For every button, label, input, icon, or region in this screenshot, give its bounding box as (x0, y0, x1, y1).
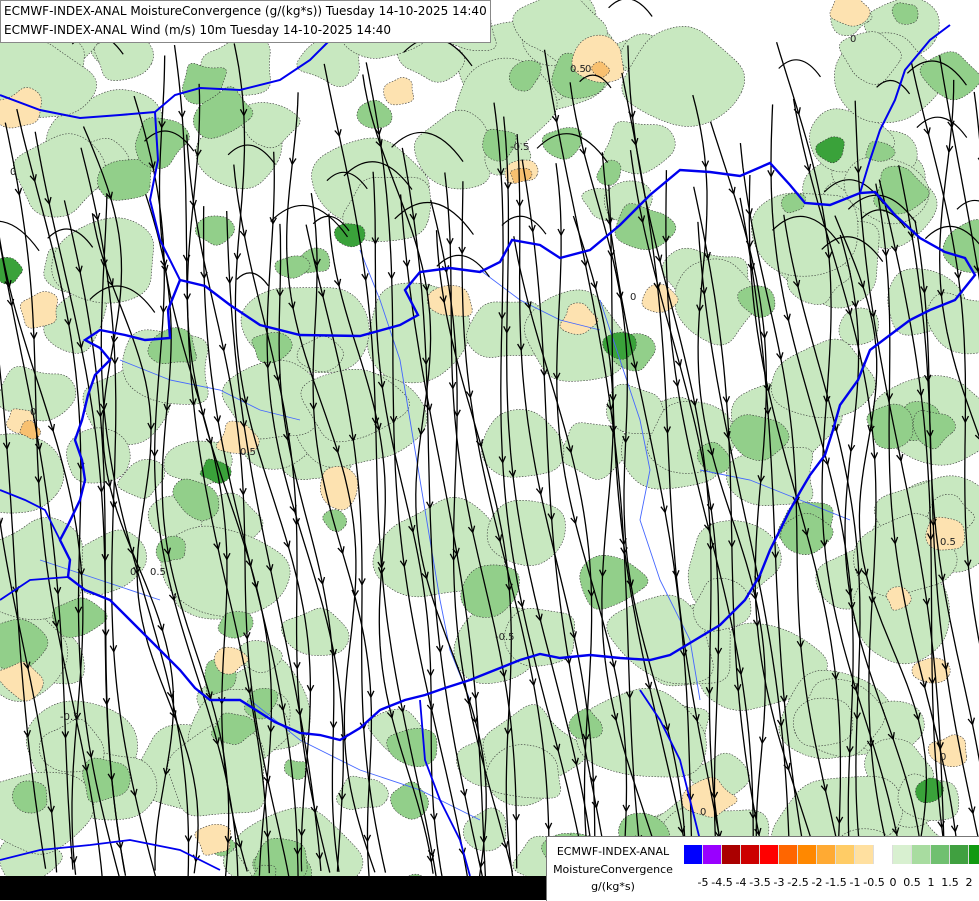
moisture-convergence-map: 00.5-0.5000.50-0.50.5000-0.50.50 (0, 0, 979, 900)
legend-tick-label: -2 (811, 876, 823, 889)
legend-swatch (855, 845, 874, 864)
legend-swatch (722, 845, 741, 864)
color-legend: ECMWF-INDEX-ANAL MoistureConvergence g/(… (546, 836, 979, 901)
legend-swatch (912, 845, 931, 864)
wind-title: ECMWF-INDEX-ANAL Wind (m/s) 10m Tuesday … (4, 23, 392, 37)
legend-swatch (684, 845, 703, 864)
contour-label: 0 (940, 752, 946, 763)
contour-label: 0 (585, 64, 591, 75)
contour-label: 0.5 (240, 447, 256, 458)
contour-label: 0 (130, 567, 136, 578)
contour-label: 0 (850, 34, 856, 45)
contour-label: 0.5 (940, 537, 956, 548)
legend-tick-label: -4.5 (711, 876, 733, 889)
legend-tick-label: -0.5 (863, 876, 885, 889)
map-title-box: ECMWF-INDEX-ANAL MoistureConvergence (g/… (0, 0, 491, 43)
contour-label: -0.5 (510, 142, 530, 153)
legend-tick-label: -2.5 (787, 876, 809, 889)
contour-label: 0.5 (150, 567, 166, 578)
legend-swatch (836, 845, 855, 864)
legend-swatch (874, 845, 893, 864)
contour-label: -0.5 (60, 712, 80, 723)
legend-model-name: ECMWF-INDEX-ANAL (556, 845, 670, 858)
legend-tick-label: 1 (927, 876, 935, 889)
contour-label: 0 (630, 292, 636, 303)
contour-label: 0.5 (570, 64, 586, 75)
legend-swatch (798, 845, 817, 864)
convergence-area (793, 697, 854, 747)
legend-tick-label: -5 (697, 876, 709, 889)
legend-tick-label: -1 (849, 876, 861, 889)
legend-color-scale (684, 845, 979, 864)
contour-label: 0 (30, 407, 36, 418)
legend-swatch (950, 845, 969, 864)
contour-label: -0.5 (495, 632, 515, 643)
legend-tick-label: -4 (735, 876, 747, 889)
legend-tick-label: 0 (889, 876, 897, 889)
legend-tick-labels: -5 -4.5 -4 -3.5 -3 -2.5 -2 -1.5 -1 -0.5 0 0.5 1 1.5 2 (684, 876, 974, 892)
legend-swatch (817, 845, 836, 864)
legend-tick-label: -1.5 (825, 876, 847, 889)
contour-label: 0 (10, 167, 16, 178)
legend-swatch (760, 845, 779, 864)
bottom-black-bar (0, 876, 546, 900)
legend-swatch (703, 845, 722, 864)
legend-swatch (893, 845, 912, 864)
legend-tick-label: 1.5 (941, 876, 959, 889)
legend-tick-label: 0.5 (903, 876, 921, 889)
legend-tick-label: 2 (965, 876, 973, 889)
legend-swatch (969, 845, 979, 864)
convergence-area (12, 780, 48, 814)
legend-unit: g/(kg*s) (591, 880, 635, 893)
legend-tick-label: -3 (773, 876, 785, 889)
moisture-convergence-title: ECMWF-INDEX-ANAL MoistureConvergence (g/… (4, 4, 487, 18)
legend-swatch (779, 845, 798, 864)
legend-swatch (931, 845, 950, 864)
legend-swatch (741, 845, 760, 864)
legend-tick-label: -3.5 (749, 876, 771, 889)
contour-label: 0 (700, 807, 706, 818)
legend-parameter-name: MoistureConvergence (553, 863, 673, 876)
